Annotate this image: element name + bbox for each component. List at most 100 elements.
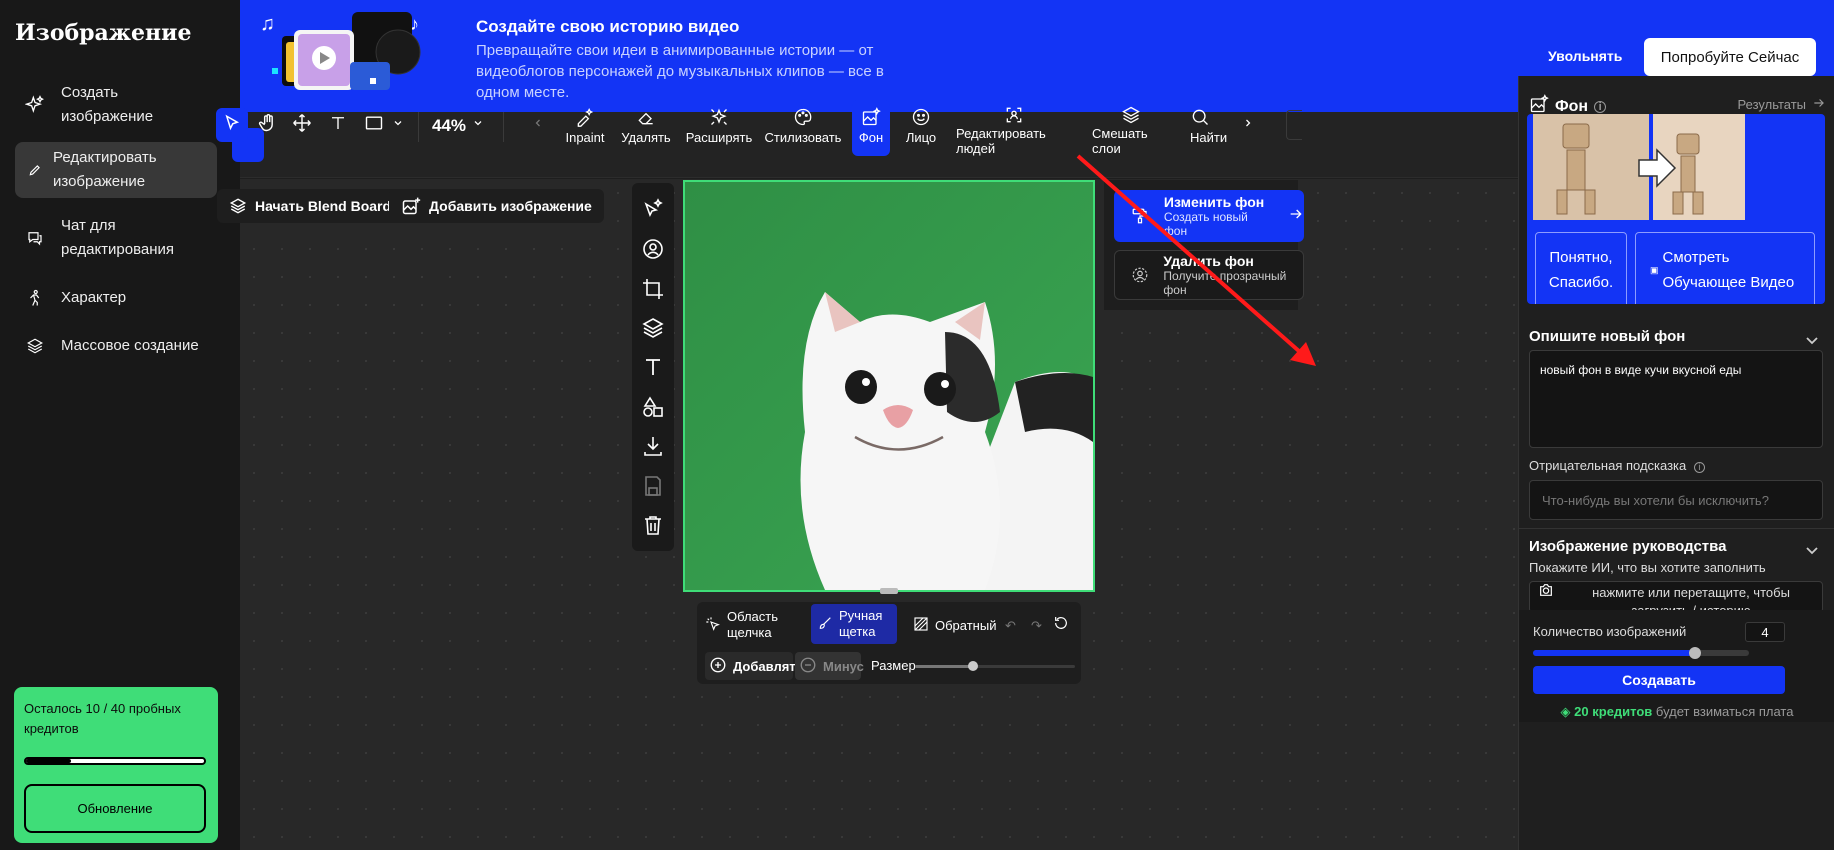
tool-label: Расширять <box>685 130 753 145</box>
upload-text: нажмите или перетащите, чтобы загрузить … <box>1592 585 1790 613</box>
click-area-mode[interactable]: Область щелчка <box>705 606 801 644</box>
add-mode-button[interactable]: Добавлять <box>705 652 804 680</box>
select-tool[interactable] <box>216 108 248 142</box>
tools-scroll-left[interactable] <box>526 108 550 142</box>
text-icon[interactable] <box>641 355 665 384</box>
shapes-icon[interactable] <box>641 395 665 424</box>
quantity-slider-fill <box>1533 650 1695 656</box>
chevron-right-icon <box>1242 116 1254 134</box>
text-tool[interactable] <box>322 108 354 142</box>
tool-stylize[interactable]: Стилизовать <box>765 100 841 156</box>
canvas-image[interactable] <box>683 180 1095 592</box>
background-submenu: Изменить фон Создать новый фон Удалить ф… <box>1104 180 1304 310</box>
cat-photo <box>685 182 1093 590</box>
results-link[interactable]: Результаты <box>1738 96 1826 113</box>
camera-icon <box>1538 582 1554 603</box>
paint-roller-icon <box>1128 207 1152 225</box>
negative-prompt-input[interactable]: Что-нибудь вы хотели бы исключить? <box>1529 480 1823 520</box>
guide-image-upload[interactable]: нажмите или перетащите, чтобы загрузить … <box>1529 581 1823 613</box>
manual-brush-label: Ручная щетка <box>839 608 883 639</box>
quantity-input[interactable]: 4 <box>1745 622 1785 642</box>
save-icon[interactable] <box>641 474 665 503</box>
image-resize-handle[interactable] <box>880 588 898 594</box>
tools-scroll-right[interactable] <box>1236 108 1260 142</box>
dismiss-button[interactable]: Увольнять <box>1548 48 1622 64</box>
undo-icon[interactable]: ↶ <box>1005 618 1016 634</box>
chevron-down-icon[interactable] <box>1806 332 1820 345</box>
info-icon[interactable]: i <box>1693 461 1705 473</box>
generate-button[interactable]: Создавать <box>1533 666 1785 694</box>
download-icon[interactable] <box>641 434 665 463</box>
minus-mode-button[interactable]: Минус <box>795 652 864 680</box>
trash-icon[interactable] <box>641 513 665 542</box>
toolbar-divider <box>418 112 419 142</box>
tool-label: Найти и <box>1190 130 1228 145</box>
toolbar-divider <box>503 112 504 142</box>
tool-inpaint[interactable]: Inpaint <box>565 100 605 156</box>
tool-label: Inpaint <box>565 130 605 145</box>
charge-text: будет взиматься плата <box>1655 704 1794 719</box>
toolbar-layer: 44% Inpaint Удалять Расширять Стилизоват… <box>0 0 1518 850</box>
chevron-down-icon[interactable] <box>1806 542 1820 555</box>
shape-tool[interactable] <box>358 108 390 142</box>
tool-find[interactable]: Найти и <box>1190 100 1228 156</box>
shape-dropdown[interactable] <box>388 108 408 142</box>
crop-icon[interactable] <box>641 277 665 306</box>
change-background-title: Изменить фон <box>1163 194 1265 210</box>
results-label: Результаты <box>1737 97 1806 112</box>
tool-label: Редактировать людей <box>956 126 1046 156</box>
tool-label: Смешать слои <box>1092 126 1148 156</box>
minus-label: Минус <box>823 658 864 674</box>
quantity-slider-knob[interactable] <box>1689 647 1701 659</box>
tutorial-card: Понятно, Спасибо. ▣ Смотреть Обучающее В… <box>1527 114 1825 304</box>
panel-footer: Количество изображений 4 Создавать ◈ 20 … <box>1519 610 1834 722</box>
section-divider <box>1519 528 1834 529</box>
manual-brush-mode[interactable]: Ручная щетка <box>811 604 897 644</box>
remove-background-option[interactable]: Удалить фон Получите прозрачный фон <box>1114 250 1304 300</box>
chevron-left-icon <box>532 116 544 134</box>
pointer-click-icon <box>705 616 721 635</box>
inverse-mode[interactable]: Обратный <box>913 606 997 644</box>
try-now-button[interactable]: Попробуйте Сейчас <box>1644 38 1816 76</box>
tutorial-watch-button[interactable]: ▣ Смотреть Обучающее Видео <box>1635 232 1815 304</box>
hand-tool[interactable] <box>252 108 284 142</box>
face-circle-icon[interactable] <box>641 237 665 266</box>
quantity-slider[interactable] <box>1533 647 1749 659</box>
smiley-icon <box>911 104 931 130</box>
background-icon <box>861 104 881 130</box>
arrow-right-icon <box>1288 206 1304 227</box>
tool-face[interactable]: Лицо <box>904 100 938 156</box>
tool-background[interactable]: Фон <box>852 100 890 156</box>
tool-expand[interactable]: Расширять <box>685 100 753 156</box>
move-tool[interactable] <box>286 108 318 142</box>
change-background-option[interactable]: Изменить фон Создать новый фон <box>1114 190 1304 242</box>
ai-select-icon[interactable] <box>641 197 665 226</box>
layers-icon[interactable] <box>641 316 665 345</box>
tool-edit-people[interactable]: Редактировать людей <box>956 100 1072 156</box>
tutorial-ok-button[interactable]: Понятно, Спасибо. <box>1535 232 1627 304</box>
brush-size-knob[interactable] <box>967 661 978 671</box>
charge-amount: 20 кредитов <box>1574 704 1653 719</box>
tool-label: Удалять <box>621 130 671 145</box>
brush-size-slider[interactable] <box>915 661 1075 671</box>
reset-icon[interactable] <box>1053 615 1069 631</box>
redo-icon[interactable]: ↷ <box>1031 618 1042 634</box>
diamond-icon: ◈ <box>1560 704 1571 719</box>
zoom-dropdown[interactable] <box>468 108 488 142</box>
remove-background-title: Удалить фон <box>1163 253 1254 269</box>
search-icon <box>1190 104 1210 130</box>
brush-toolbar: Область щелчка Ручная щетка Обратный ↶ ↷… <box>697 602 1081 684</box>
chevron-down-icon <box>392 116 404 134</box>
hand-icon <box>258 113 278 138</box>
info-icon[interactable]: i <box>1594 100 1607 113</box>
background-prompt-input[interactable]: новый фон в виде кучи вкусной еды <box>1529 350 1823 448</box>
tool-remove[interactable]: Удалять <box>621 100 671 156</box>
arrow-right-icon <box>1812 96 1826 113</box>
guide-hint: Покажите ИИ, что вы хотите заполнить <box>1529 560 1766 575</box>
tool-blend-layers[interactable]: Смешать слои <box>1092 100 1170 156</box>
expand-sparkle-icon <box>709 104 729 130</box>
zoom-level[interactable]: 44% <box>432 116 466 136</box>
video-icon: ▣ <box>1650 264 1659 275</box>
panel-title: Фон <box>1555 97 1589 115</box>
tool-label: Лицо <box>905 130 937 145</box>
